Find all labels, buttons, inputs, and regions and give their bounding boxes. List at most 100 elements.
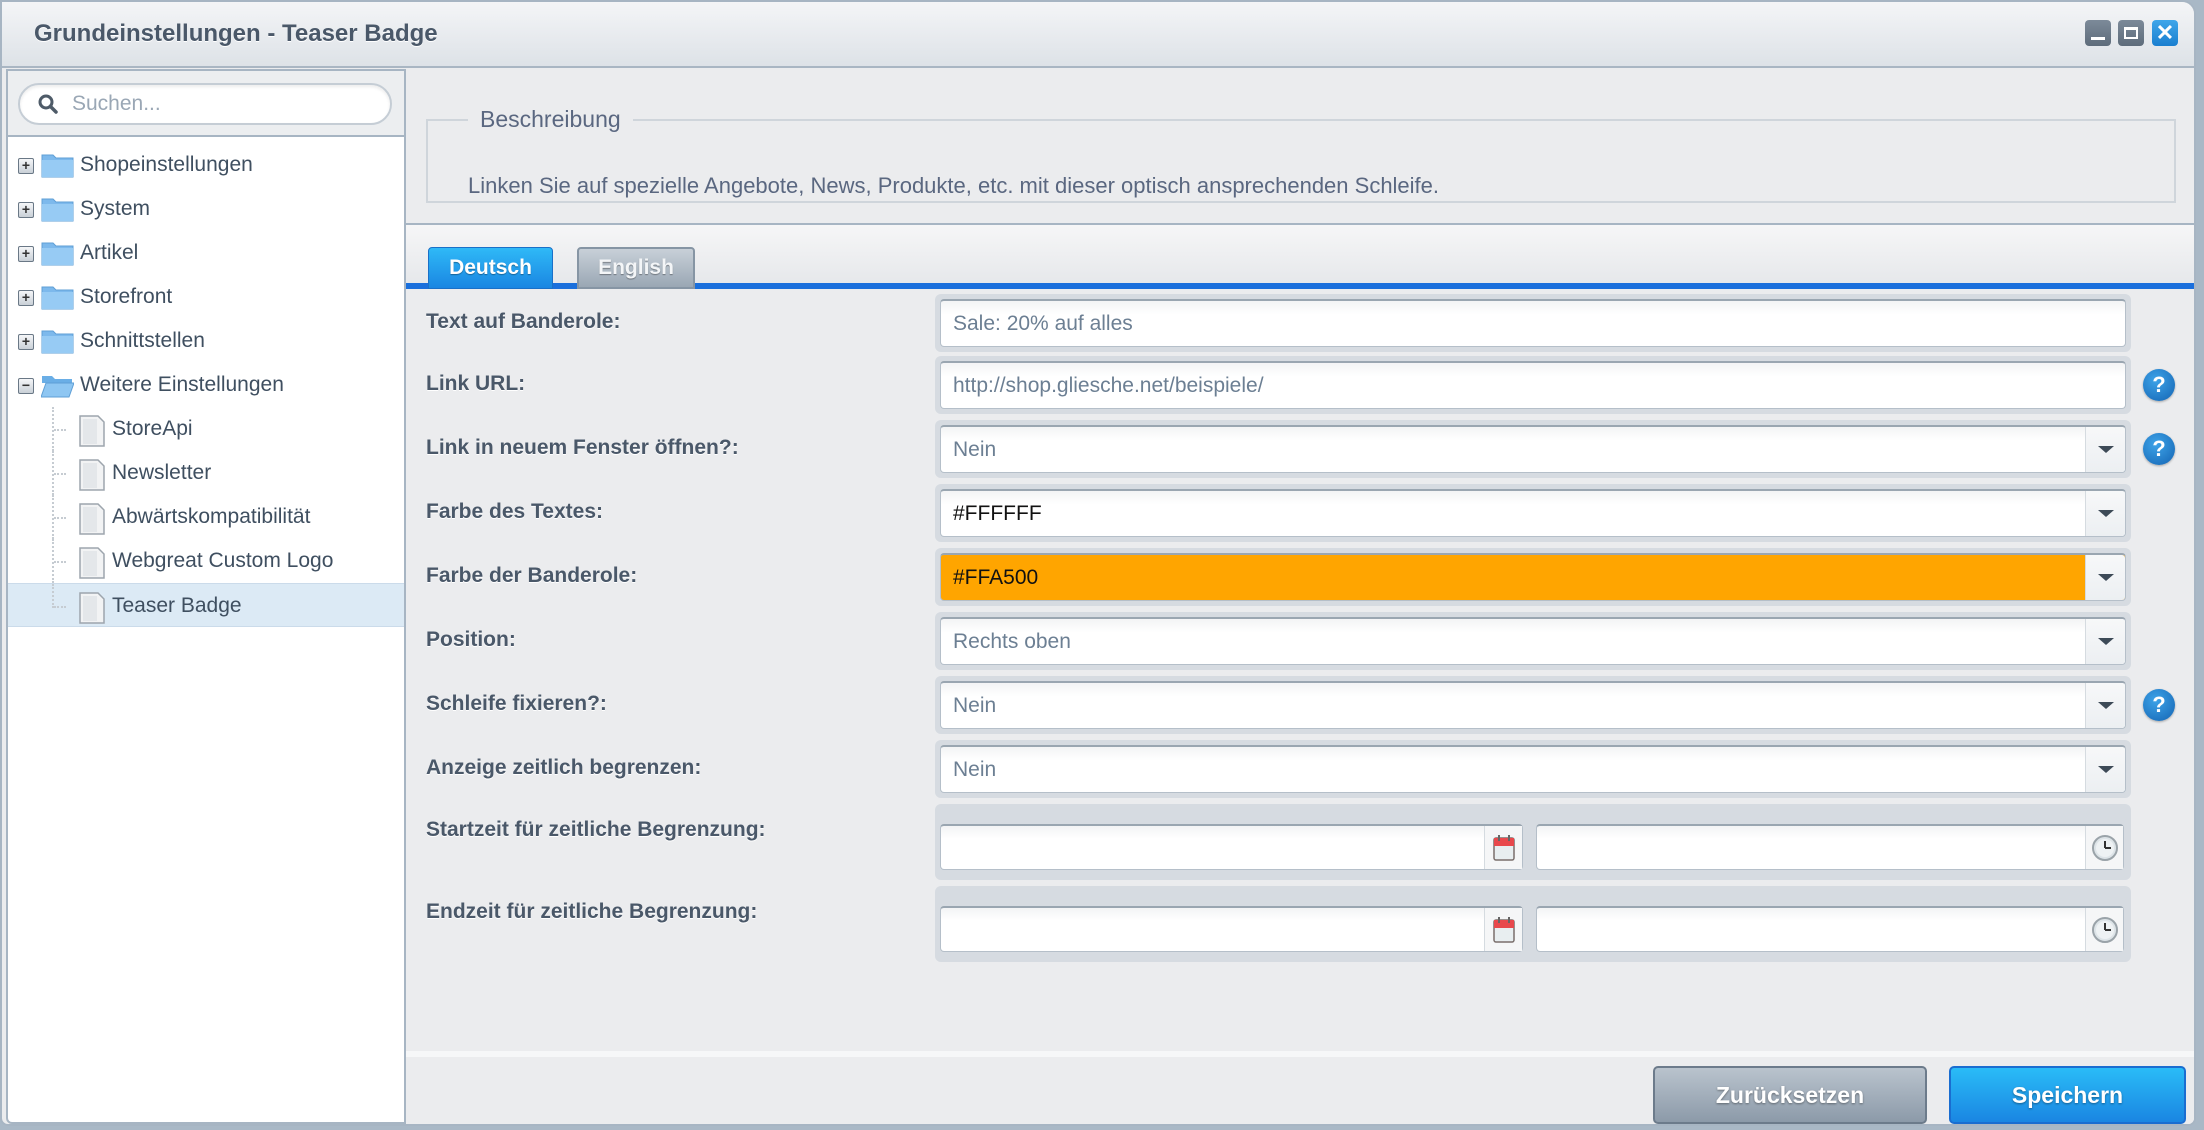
selected-value: Nein: [953, 757, 997, 781]
tree-connector: [54, 561, 66, 563]
description-legend: Beschreibung: [480, 106, 621, 132]
select-field[interactable]: Nein: [940, 425, 2126, 473]
form-row: Startzeit für zeitliche Begrenzung:: [406, 804, 2194, 880]
tree-node[interactable]: + System: [8, 187, 404, 231]
dropdown-trigger[interactable]: [2085, 491, 2125, 536]
text-input[interactable]: Sale: 20% auf alles: [940, 299, 2126, 347]
search-box[interactable]: [18, 83, 392, 125]
tree-node[interactable]: + Shopeinstellungen: [8, 143, 404, 187]
tree-node-label: Weitere Einstellungen: [80, 373, 284, 396]
search-input[interactable]: [72, 91, 372, 117]
calendar-icon[interactable]: [1484, 826, 1522, 869]
field-container: Nein: [935, 740, 2131, 798]
calendar-icon[interactable]: [1484, 908, 1522, 951]
field-container: [935, 886, 2131, 962]
time-input[interactable]: [1536, 824, 2124, 870]
folder-icon: [41, 285, 74, 310]
field-container: [935, 804, 2131, 880]
settings-window: Grundeinstellungen - Teaser Badge ✕ + Sho…: [0, 0, 2196, 1126]
tab-english[interactable]: English: [577, 247, 695, 289]
reset-button[interactable]: Zurücksetzen: [1653, 1066, 1927, 1124]
tree-leaf[interactable]: Webgreat Custom Logo: [8, 539, 404, 583]
dropdown-trigger[interactable]: [2085, 747, 2125, 792]
color-picker[interactable]: #FFA500: [940, 553, 2126, 601]
chevron-down-icon: [2097, 702, 2114, 709]
tree-node-label: Artikel: [80, 241, 139, 264]
field-container: Nein: [935, 420, 2131, 478]
document-icon: [78, 415, 106, 447]
tree-node-label: System: [80, 197, 151, 220]
chevron-down-icon: [2097, 446, 2114, 453]
field-label: Endzeit für zeitliche Begrenzung:: [426, 900, 758, 923]
settings-panel: Beschreibung Linken Sie auf spezielle An…: [406, 69, 2194, 1124]
save-button[interactable]: Speichern: [1949, 1066, 2186, 1124]
folder-icon: [41, 153, 74, 178]
language-tabs: Deutsch English: [406, 223, 2194, 289]
field-container: Sale: 20% auf alles: [935, 294, 2131, 352]
dropdown-trigger[interactable]: [2085, 427, 2125, 472]
tree-node[interactable]: + Artikel: [8, 231, 404, 275]
tree-leaf[interactable]: Newsletter: [8, 451, 404, 495]
tree-connector: [54, 473, 66, 475]
field-label: Farbe des Textes:: [426, 500, 604, 523]
form-row: Position: Rechts oben: [406, 612, 2194, 670]
tree-node[interactable]: − Weitere Einstellungen: [8, 363, 404, 407]
field-label: Link in neuem Fenster öffnen?:: [426, 436, 739, 459]
date-input[interactable]: [940, 824, 1523, 870]
help-icon[interactable]: ?: [2143, 689, 2175, 721]
window-title: Grundeinstellungen - Teaser Badge: [34, 20, 438, 47]
expand-icon[interactable]: +: [18, 158, 34, 174]
dropdown-trigger[interactable]: [2085, 619, 2125, 664]
dropdown-trigger[interactable]: [2085, 683, 2125, 728]
color-picker[interactable]: #FFFFFF: [940, 489, 2126, 537]
field-label: Farbe der Banderole:: [426, 564, 638, 587]
text-input[interactable]: http://shop.gliesche.net/beispiele/: [940, 361, 2126, 409]
form-row: Endzeit für zeitliche Begrenzung:: [406, 886, 2194, 962]
minimize-button[interactable]: [2085, 20, 2111, 46]
maximize-button[interactable]: [2118, 20, 2144, 46]
help-icon[interactable]: ?: [2143, 433, 2175, 465]
tree-node-label: Schnittstellen: [80, 329, 205, 352]
dropdown-trigger[interactable]: [2085, 555, 2125, 600]
select-field[interactable]: Nein: [940, 745, 2126, 793]
search-area: [8, 71, 404, 137]
tree-leaf[interactable]: Teaser Badge: [8, 583, 404, 627]
tree-node[interactable]: + Storefront: [8, 275, 404, 319]
expand-icon[interactable]: +: [18, 202, 34, 218]
select-field[interactable]: Rechts oben: [940, 617, 2126, 665]
field-container: Rechts oben: [935, 612, 2131, 670]
document-icon: [78, 459, 106, 491]
tree-leaf[interactable]: StoreApi: [8, 407, 404, 451]
tree-connector: [52, 584, 54, 608]
tree-leaf-label: Newsletter: [112, 461, 212, 484]
form-row: Text auf Banderole: Sale: 20% auf alles: [406, 294, 2194, 352]
time-input[interactable]: [1536, 906, 2124, 952]
title-bar[interactable]: Grundeinstellungen - Teaser Badge ✕: [2, 2, 2194, 68]
selected-value: #FFFFFF: [953, 501, 1042, 525]
clock-icon[interactable]: [2085, 908, 2123, 951]
collapse-icon[interactable]: −: [18, 378, 34, 394]
field-label: Text auf Banderole:: [426, 310, 621, 333]
tree-node[interactable]: + Schnittstellen: [8, 319, 404, 363]
tab-deutsch[interactable]: Deutsch: [428, 247, 553, 289]
clock-icon[interactable]: [2085, 826, 2123, 869]
document-icon: [78, 547, 106, 579]
minimize-icon: [2091, 36, 2105, 40]
bottom-toolbar: Zurücksetzen Speichern: [406, 1051, 2194, 1124]
folder-icon: [41, 197, 74, 222]
selected-value: Nein: [953, 437, 997, 461]
selected-value: #FFA500: [953, 565, 1039, 589]
expand-icon[interactable]: +: [18, 290, 34, 306]
field-label: Schleife fixieren?:: [426, 692, 607, 715]
tree-connector: [54, 429, 66, 431]
close-button[interactable]: ✕: [2152, 20, 2178, 46]
selected-value: Nein: [953, 693, 997, 717]
expand-icon[interactable]: +: [18, 246, 34, 262]
expand-icon[interactable]: +: [18, 334, 34, 350]
select-field[interactable]: Nein: [940, 681, 2126, 729]
date-input[interactable]: [940, 906, 1523, 952]
tree-leaf-label: StoreApi: [112, 417, 193, 440]
tree-leaf[interactable]: Abwärtskompatibilität: [8, 495, 404, 539]
help-icon[interactable]: ?: [2143, 369, 2175, 401]
settings-tree: + Shopeinstellungen + System + Artikel + Storef…: [8, 143, 404, 627]
